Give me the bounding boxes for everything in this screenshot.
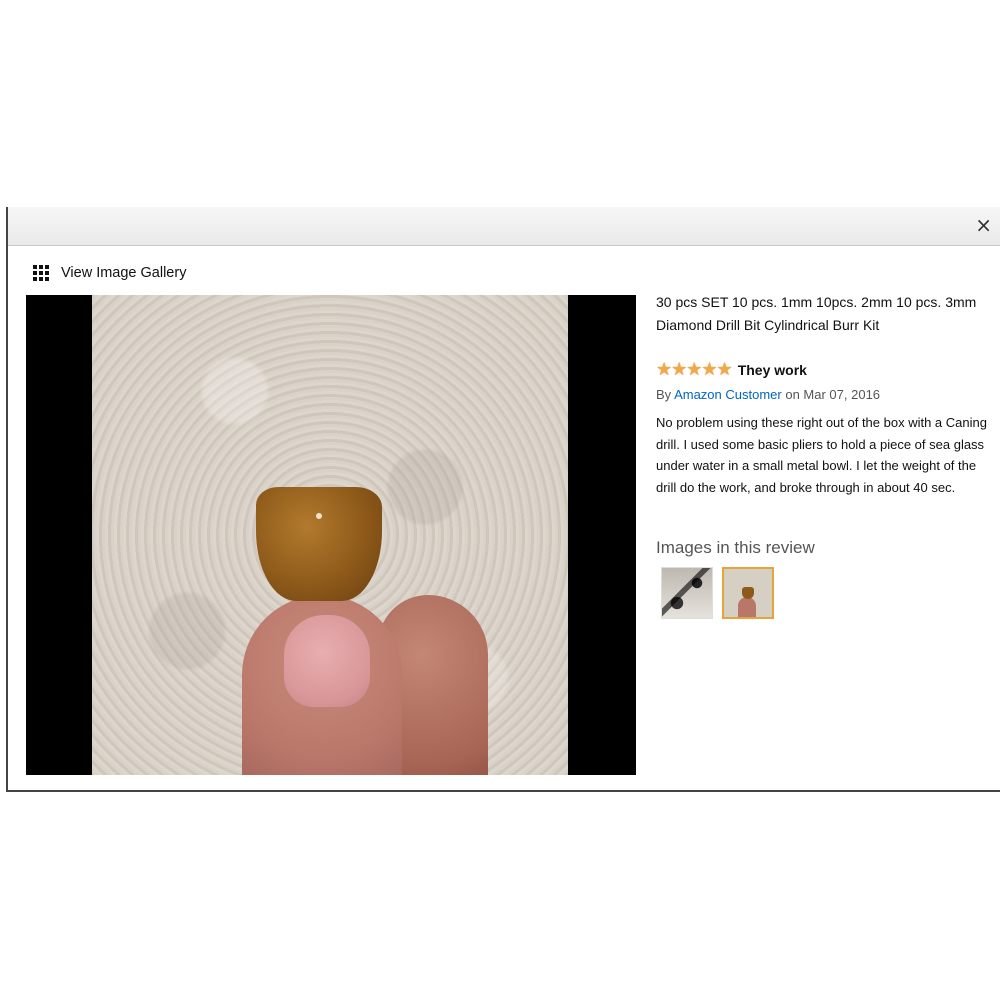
review-header: ★★★★★ They work [656,361,807,379]
gallery-link-label: View Image Gallery [61,265,187,281]
photo-drilled-hole [316,513,322,519]
grid-icon [33,265,49,281]
images-in-review-heading: Images in this review [656,538,815,557]
close-icon[interactable]: × [975,213,992,237]
star-icon: ★★★★★ [656,359,733,380]
modal-header: × [8,207,1000,246]
review-date: on Mar 07, 2016 [785,387,881,402]
star-rating: ★★★★★ [656,359,733,380]
review-title[interactable]: They work [738,362,807,378]
product-title[interactable]: 30 pcs SET 10 pcs. 1mm 10pcs. 2mm 10 pcs… [656,291,996,337]
photo-thumbnail-nail [284,615,370,707]
review-image-thumbnail-2-selected[interactable] [722,567,774,619]
view-image-gallery-link[interactable]: View Image Gallery [33,263,186,283]
photo-sea-glass [256,487,382,601]
review-image-thumbnail-1[interactable] [661,567,713,619]
by-label: By [656,387,672,402]
image-viewer [26,295,636,775]
review-byline: By Amazon Customer on Mar 07, 2016 [656,387,880,402]
review-author-link[interactable]: Amazon Customer [674,387,782,402]
review-photo [92,295,568,775]
thumb-glass-shape [742,587,754,599]
thumb-finger-shape [738,597,756,617]
review-body: No problem using these right out of the … [656,415,987,495]
review-image-modal: × View Image Gallery 30 pcs SET 10 pcs. … [6,207,1000,792]
